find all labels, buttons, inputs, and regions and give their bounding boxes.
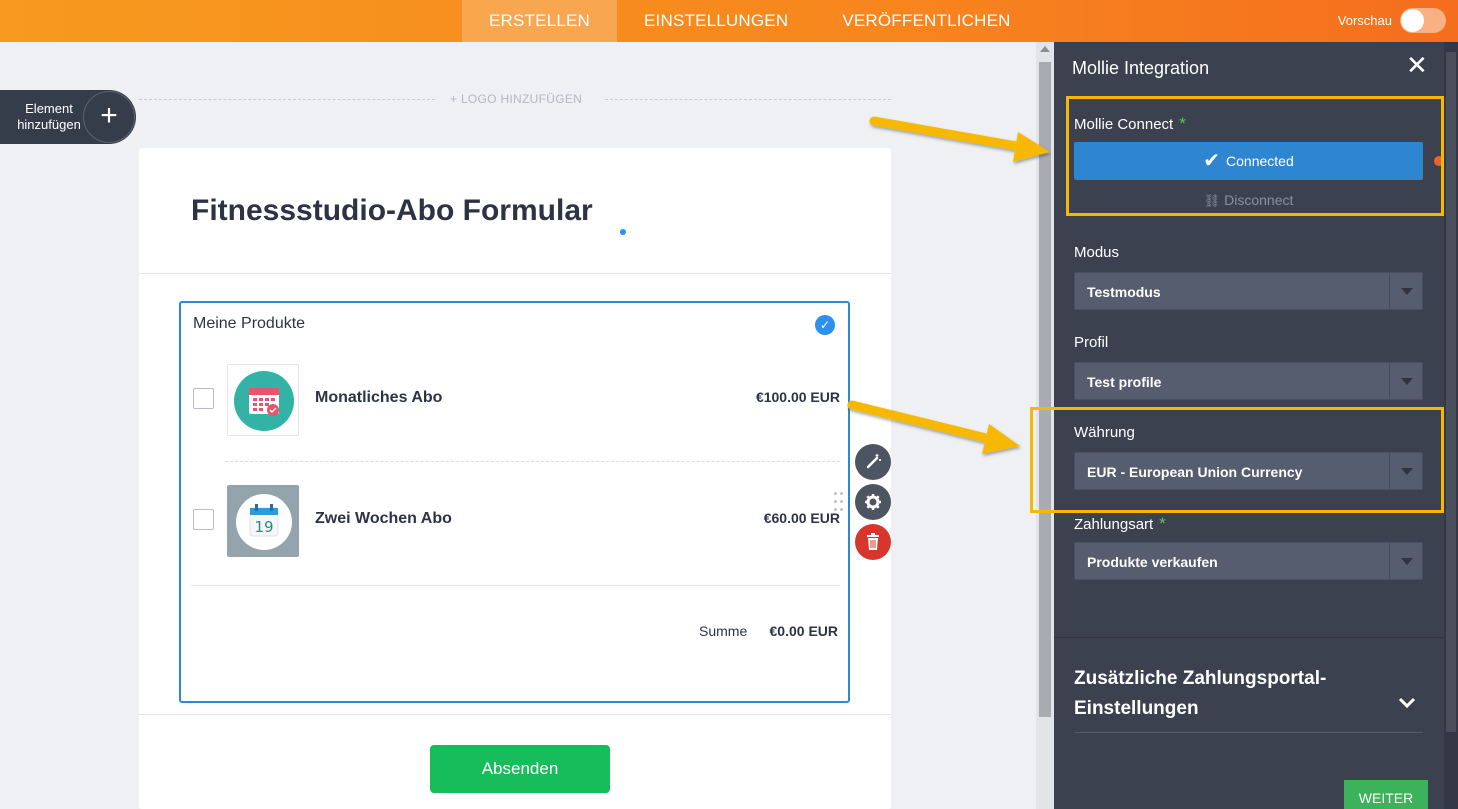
highlight-box-currency: [1030, 407, 1444, 513]
extra-settings-divider: [1074, 732, 1423, 733]
scroll-thumb[interactable]: [1039, 62, 1051, 717]
product-divider: [225, 461, 840, 462]
trash-icon[interactable]: [855, 524, 891, 560]
product-row: Monatliches Abo €100.00 EUR: [193, 364, 840, 436]
scroll-up-icon[interactable]: [1040, 46, 1050, 52]
profile-label: Profil: [1074, 334, 1109, 351]
preview-toggle[interactable]: [1400, 8, 1446, 33]
payment-type-label: Zahlungsart *: [1074, 514, 1166, 533]
sum-divider: [191, 585, 840, 586]
product-checkbox[interactable]: [193, 388, 214, 409]
check-icon: ✓: [815, 315, 835, 335]
logo-dashed-line-right: [605, 99, 891, 100]
calendar-icon: [227, 364, 299, 436]
chevron-down-icon: [1389, 363, 1422, 399]
submit-divider: [139, 714, 891, 715]
add-element-button[interactable]: Element hinzufügen +: [0, 90, 136, 144]
panel-scrollbar[interactable]: [1444, 42, 1458, 809]
chevron-down-icon: [1389, 543, 1422, 579]
top-bar: ERSTELLEN EINSTELLUNGEN VERÖFFENTLICHEN …: [0, 0, 1458, 42]
toggle-knob: [1401, 9, 1424, 32]
close-icon[interactable]: ✕: [1406, 52, 1428, 78]
product-row: 19 Zwei Wochen Abo €60.00 EUR: [193, 485, 840, 557]
calendar-19-icon: 19: [227, 485, 299, 557]
form-title[interactable]: Fitnessstudio-Abo Formular: [191, 194, 593, 228]
product-list-label: Meine Produkte: [193, 315, 306, 332]
product-checkbox[interactable]: [193, 509, 214, 530]
profile-value: Test profile: [1087, 374, 1162, 390]
submit-button[interactable]: Absenden: [430, 745, 610, 793]
tab-veroeffentlichen[interactable]: VERÖFFENTLICHEN: [815, 0, 1037, 42]
product-name: Zwei Wochen Abo: [315, 510, 452, 527]
main-tabs: ERSTELLEN EINSTELLUNGEN VERÖFFENTLICHEN: [462, 0, 1038, 42]
form-header: Fitnessstudio-Abo Formular: [139, 148, 891, 274]
tab-einstellungen[interactable]: EINSTELLUNGEN: [617, 0, 815, 42]
magic-wand-icon[interactable]: [855, 444, 891, 480]
required-icon: *: [1159, 514, 1166, 533]
profile-select[interactable]: Test profile: [1074, 362, 1423, 400]
product-price: €60.00 EUR: [763, 510, 840, 526]
panel-title: Mollie Integration: [1072, 58, 1210, 78]
chevron-down-icon[interactable]: [1398, 692, 1416, 715]
payment-type-select[interactable]: Produkte verkaufen: [1074, 542, 1423, 580]
mode-value: Testmodus: [1087, 284, 1161, 300]
product-list-field[interactable]: Meine Produkte ✓ Monatliches Abo €100.00…: [179, 301, 850, 703]
preview-label: Vorschau: [1337, 13, 1392, 28]
payment-type-value: Produkte verkaufen: [1087, 554, 1218, 570]
svg-text:19: 19: [254, 518, 273, 536]
form-card: Fitnessstudio-Abo Formular Meine Produkt…: [139, 148, 891, 809]
mode-label: Modus: [1074, 244, 1120, 261]
add-logo-link[interactable]: + LOGO HINZUFÜGEN: [450, 92, 582, 106]
logo-dashed-line-left: [139, 99, 435, 100]
drag-handle-icon[interactable]: [834, 492, 844, 514]
chevron-down-icon: [1389, 273, 1422, 309]
product-price: €100.00 EUR: [755, 389, 840, 405]
next-button[interactable]: WEITER: [1344, 780, 1428, 809]
extra-settings-title[interactable]: Zusätzliche Zahlungsportal-Einstellungen: [1074, 664, 1374, 724]
sum-label: Summe: [699, 623, 748, 639]
preview-control: Vorschau: [1338, 8, 1446, 33]
mode-select[interactable]: Testmodus: [1074, 272, 1423, 310]
panel-scroll-thumb[interactable]: [1446, 52, 1456, 732]
add-element-label: Element hinzufügen: [17, 101, 81, 132]
sum-value: €0.00 EUR: [769, 623, 838, 639]
plus-icon[interactable]: +: [83, 91, 135, 143]
gear-icon[interactable]: [855, 484, 891, 520]
panel-divider: [1054, 637, 1444, 638]
product-name: Monatliches Abo: [315, 389, 443, 406]
tab-erstellen[interactable]: ERSTELLEN: [462, 0, 618, 42]
highlight-box-connect: [1066, 96, 1444, 216]
title-cursor-dot: [620, 229, 626, 235]
